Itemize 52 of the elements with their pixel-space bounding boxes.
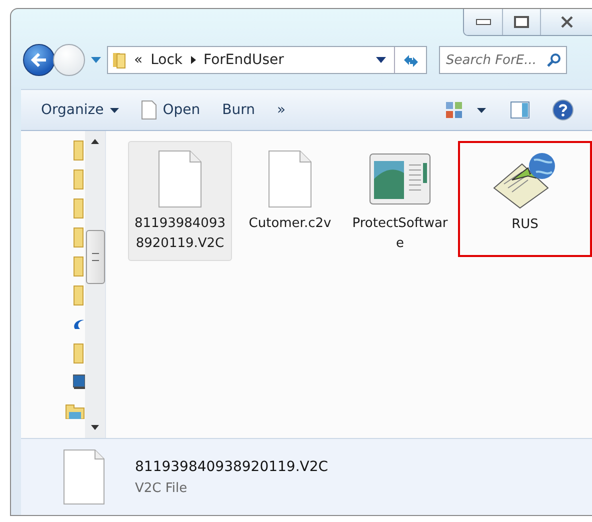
chevron-icon [190,56,196,64]
scrollbar[interactable] [85,131,105,438]
back-button[interactable] [23,44,55,76]
pane-icon [510,101,530,119]
toolbar-button[interactable]: Organize [33,98,127,122]
folder-icon[interactable] [73,226,85,248]
search-icon [547,53,561,67]
scroll-down-icon[interactable] [91,425,99,430]
document-icon [158,150,202,208]
file-name: 811939840938920119.V2C [135,458,328,474]
folder-icon[interactable] [73,255,85,277]
file-item[interactable]: RUS [458,141,592,257]
toolbar-button[interactable]: Burn [214,98,264,122]
folder-icon[interactable] [73,139,85,161]
caret-icon [110,108,119,112]
document-icon [268,150,312,208]
maximize-button[interactable] [502,9,540,35]
minimize-button[interactable] [464,9,502,35]
close-icon [560,16,574,28]
search-field[interactable]: Search ForE... [439,46,567,74]
file-name: Cutomer.c2v [248,215,332,233]
toolbar-button[interactable]: Open [132,96,208,124]
scroll-up-icon[interactable] [91,139,99,144]
breadcrumb[interactable]: Lock [150,52,183,68]
caret-icon[interactable] [376,57,386,63]
close-button[interactable] [540,9,592,35]
document-icon [63,449,105,505]
file-name: RUS [512,216,538,234]
caret-icon[interactable] [477,108,486,112]
file-item[interactable]: ProtectSoftware [348,141,452,261]
folder-icon [112,51,126,69]
computer-icon[interactable] [73,374,85,390]
library-icon[interactable] [65,403,85,419]
file-name: 811939840938920119.V2C [134,215,226,253]
file-item[interactable]: 811939840938920119.V2C [128,141,232,261]
installer-icon [492,150,558,210]
application-window-icon [369,153,431,205]
file-type: V2C File [135,480,188,496]
folder-icon[interactable] [73,284,85,306]
file-name: ProtectSoftware [351,215,449,253]
breadcrumb[interactable]: ForEndUser [204,52,284,68]
document-icon [140,100,157,120]
cloud-icon[interactable] [73,317,85,331]
view-tiles-icon [445,101,463,119]
folder-icon[interactable] [73,342,85,364]
address-bar[interactable]: « Lock ForEndUser [107,46,427,74]
folder-icon[interactable] [73,197,85,219]
help-icon [552,99,574,121]
breadcrumb[interactable]: « [134,52,143,68]
folder-icon[interactable] [73,168,85,190]
file-item[interactable]: Cutomer.c2v [238,141,342,241]
toolbar-button[interactable]: » [269,98,294,122]
